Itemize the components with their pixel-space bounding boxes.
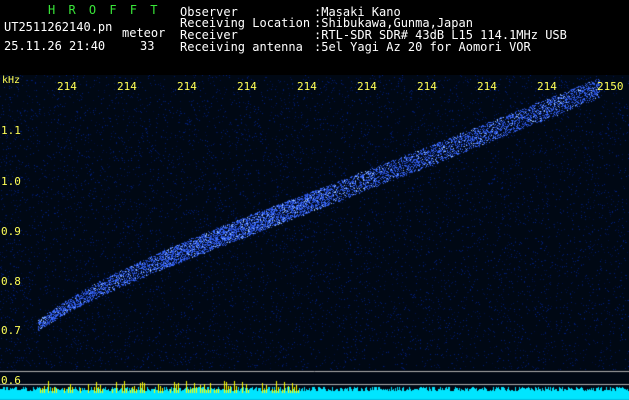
y-tick-1-0: 1.0 (1, 175, 21, 188)
header-panel: H R O F F T UT2511262140.pn meteor 25.11… (0, 0, 629, 75)
y-tick-0-9: 0.9 (1, 225, 21, 238)
time-label-3: 214 (177, 80, 197, 93)
datetime: 25.11.26 21:40 (4, 39, 106, 53)
time-label-7: 214 (417, 80, 437, 93)
antenna-value: :5el Yagi Az 20 for Aomori VOR (314, 40, 531, 54)
time-label-5: 214 (297, 80, 317, 93)
time-label-4: 214 (237, 80, 257, 93)
time-label-9: 214 (537, 80, 557, 93)
antenna-label: Receiving antenna (180, 40, 303, 54)
y-tick-0-6: 0.6 (1, 374, 21, 387)
filename: UT2511262140.pn (4, 20, 113, 34)
time-label-10: 2150 (597, 80, 624, 93)
count: 33 (140, 39, 155, 53)
y-tick-1-1: 1.1 (1, 124, 21, 137)
time-label-6: 214 (357, 80, 377, 93)
y-tick-0-7: 0.7 (1, 324, 21, 337)
mode-label: meteor (122, 26, 166, 40)
time-label-2: 214 (117, 80, 137, 93)
spectrogram-canvas (0, 75, 629, 400)
y-unit-label: kHz (2, 75, 21, 86)
y-tick-0-8: 0.8 (1, 275, 21, 288)
time-label-1: 214 (57, 80, 77, 93)
time-label-8: 214 (477, 80, 497, 93)
program-name: H R O F F T (48, 3, 161, 17)
